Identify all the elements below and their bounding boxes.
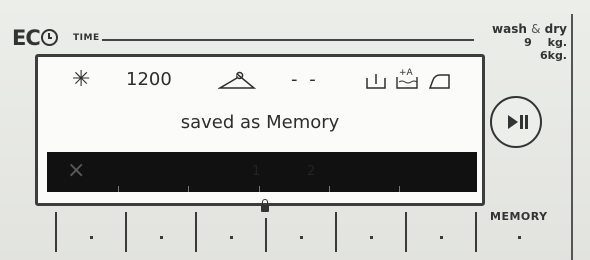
dry-label: dry (544, 22, 567, 36)
option-button-4[interactable] (300, 236, 303, 239)
option-button-5[interactable] (370, 236, 373, 239)
end-time-icon (366, 74, 386, 89)
timer-placeholder: - - (291, 69, 319, 90)
eco-time-logo: EC (12, 26, 58, 50)
scale-line (55, 212, 57, 252)
bar-tick (118, 186, 119, 192)
spin-speed-value: 1200 (126, 69, 172, 90)
option-bar: × 1 2 (47, 152, 477, 192)
wash-dry-badge: wash & dry 9 kg. 6kg. (482, 22, 567, 62)
lcd-display: ✳ 1200 - - +A saved as Memory × 1 2 (35, 54, 485, 206)
scale-line (405, 212, 407, 252)
play-icon (508, 115, 518, 129)
bar-tick (259, 186, 260, 192)
bar-tick (399, 186, 400, 192)
amp-label: & (531, 22, 541, 36)
close-icon: × (67, 158, 86, 183)
clock-icon (40, 29, 58, 46)
memory-label: MEMORY (490, 210, 548, 223)
hanger-icon (218, 71, 256, 89)
display-status-row: ✳ 1200 - - +A (38, 67, 482, 99)
bar-faint-1: 1 (252, 164, 261, 179)
scale-line (265, 218, 267, 252)
snowflake-icon: ✳ (72, 67, 91, 92)
memory-button[interactable] (518, 236, 521, 239)
display-message: saved as Memory (180, 112, 340, 133)
svg-text:+A: +A (399, 68, 414, 78)
option-button-3[interactable] (230, 236, 233, 239)
easy-iron-icon (428, 74, 450, 89)
option-button-1[interactable] (90, 236, 93, 239)
capacity-label: 9 kg. 6kg. (524, 36, 567, 62)
panel-right-edge (571, 14, 573, 260)
bar-tick (188, 186, 189, 192)
option-button-6[interactable] (440, 236, 443, 239)
scale-line (475, 212, 477, 252)
play-pause-button[interactable] (490, 96, 542, 148)
scale-line (195, 212, 197, 252)
bar-tick (329, 186, 330, 192)
extra-rinse-icon: +A (396, 68, 418, 89)
eco-logo-text: EC (12, 26, 41, 50)
eco-time-label: TIME (73, 33, 100, 43)
bar-faint-2: 2 (307, 164, 316, 179)
scale-line (335, 212, 337, 252)
wash-label: wash (492, 22, 527, 36)
pause-icon (520, 115, 523, 129)
header-divider (102, 39, 474, 41)
scale-line (125, 212, 127, 252)
pause-icon-bar (525, 115, 528, 129)
child-lock-icon[interactable] (261, 199, 269, 212)
control-panel: EC TIME wash & dry 9 kg. 6kg. ✳ 1200 - -… (0, 0, 590, 260)
option-button-2[interactable] (160, 236, 163, 239)
